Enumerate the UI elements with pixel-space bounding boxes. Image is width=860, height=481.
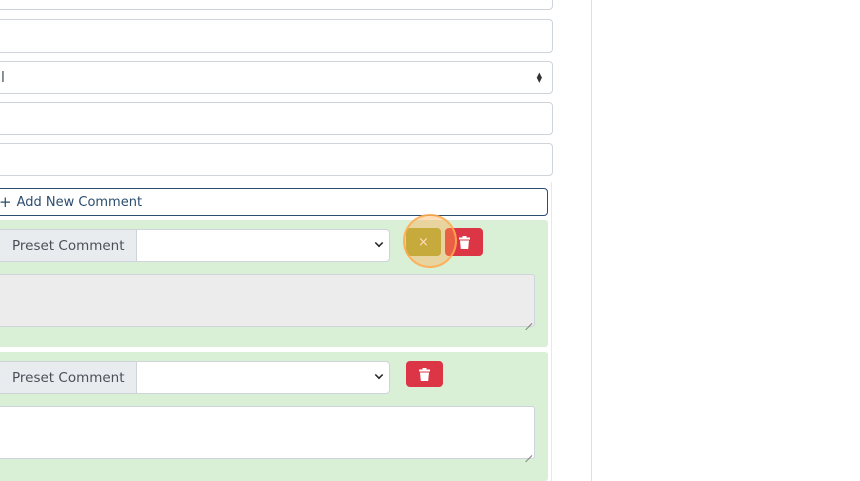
sort-caret-icon: ▲ ▼ <box>536 70 542 84</box>
chevron-down-icon <box>374 238 383 248</box>
add-new-comment-button[interactable]: + Add New Comment <box>0 188 548 216</box>
page: l ▲ ▼ + Add New Comment Preset Comment × <box>0 0 860 481</box>
text-field-1[interactable] <box>0 0 553 10</box>
preset-comment-label: Preset Comment <box>0 229 136 262</box>
delete-button[interactable] <box>406 361 443 387</box>
text-field-4[interactable] <box>0 143 553 176</box>
preset-comment-group: Preset Comment <box>0 229 390 262</box>
delete-button[interactable] <box>445 228 483 256</box>
trash-icon <box>458 235 470 249</box>
preset-comment-select[interactable] <box>135 361 390 394</box>
chevron-down-icon <box>374 370 383 380</box>
cancel-button[interactable]: × <box>406 228 441 256</box>
preset-comment-select[interactable] <box>135 229 390 262</box>
status-select-value: l <box>1 69 5 86</box>
close-icon: × <box>418 234 429 250</box>
status-select[interactable]: l ▲ ▼ <box>0 61 553 94</box>
text-field-3[interactable] <box>0 102 553 135</box>
plus-icon: + <box>0 193 12 211</box>
add-new-comment-label: Add New Comment <box>16 194 143 210</box>
comment-textarea[interactable] <box>0 406 535 459</box>
panel-divider <box>591 0 592 481</box>
resize-handle-icon[interactable] <box>524 316 532 324</box>
preset-comment-group: Preset Comment <box>0 361 390 394</box>
preset-comment-label: Preset Comment <box>0 361 136 394</box>
text-field-2[interactable] <box>0 19 553 53</box>
comment-item: Preset Comment <box>0 352 548 481</box>
comments-panel-border <box>551 182 552 481</box>
trash-icon <box>419 367 430 381</box>
comment-textarea[interactable] <box>0 274 535 327</box>
resize-handle-icon[interactable] <box>524 448 532 456</box>
